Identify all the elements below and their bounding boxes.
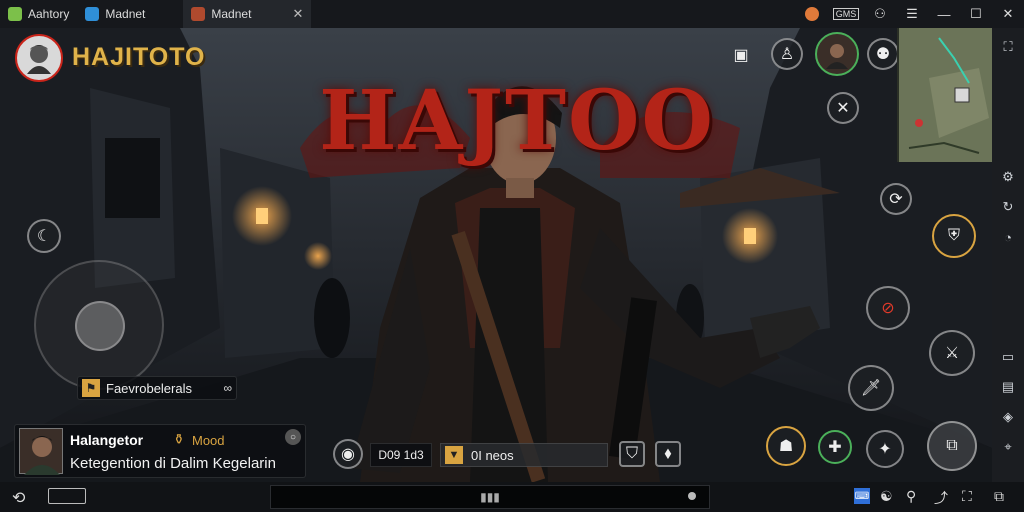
squad-icon[interactable]: ⚉: [867, 38, 899, 70]
skill-two-button[interactable]: ✚: [818, 430, 852, 464]
timer-icon[interactable]: ◔: [997, 226, 1019, 248]
teammate-avatar[interactable]: [815, 32, 859, 76]
close-tab-icon[interactable]: ✕: [292, 6, 303, 22]
keyboard-bar[interactable]: ▮▮▮: [270, 485, 710, 509]
dot-icon: [688, 492, 696, 500]
item-binoculars-icon: ∞: [223, 381, 232, 395]
location-nav-icon[interactable]: ⚲: [906, 488, 916, 505]
minimize-icon[interactable]: —: [928, 0, 960, 28]
status-badge-label: GMS: [832, 8, 860, 20]
reload-button[interactable]: ⟳: [880, 183, 912, 215]
rotate-icon[interactable]: ↻: [997, 196, 1019, 218]
counter-value: D09 1d3: [378, 448, 424, 462]
fullscreen-icon[interactable]: ⛶: [997, 36, 1019, 58]
no-weapon-button[interactable]: ⊘: [866, 286, 910, 330]
tab-aahtory[interactable]: Aahtory: [0, 0, 77, 28]
app-icon: [85, 7, 100, 21]
location-icon[interactable]: ⌖: [997, 436, 1019, 458]
shield-slot-icon[interactable]: ⛉: [619, 441, 645, 467]
settings-icon[interactable]: ⚙: [997, 166, 1019, 188]
media-icon[interactable]: ▤: [997, 376, 1019, 398]
keymap-icon[interactable]: ⌨: [854, 488, 870, 504]
joystick-knob[interactable]: [75, 301, 125, 351]
multi-window-icon[interactable]: ⧉: [994, 488, 1004, 505]
weapon-swap-icon[interactable]: ✕: [827, 92, 859, 124]
counter-box: D09 1d3: [370, 443, 432, 467]
back-icon[interactable]: ⟲: [12, 488, 25, 508]
tab-madnet[interactable]: Madnet: [77, 0, 153, 28]
maximize-icon[interactable]: ☐: [960, 0, 992, 28]
player-name: HAJITOTO: [72, 43, 206, 71]
news-label: 0I neos: [471, 447, 514, 463]
gamepad-icon: ▮▮▮: [480, 490, 500, 504]
expand-icon[interactable]: ⛶: [962, 488, 972, 505]
profile-portrait-icon: [24, 436, 60, 475]
mood-icon: ⚱: [173, 431, 185, 447]
game-title-art: HAJTOO: [319, 73, 715, 169]
game-icon: [191, 7, 206, 21]
status-badge[interactable]: GMS: [828, 0, 864, 28]
window-controls: GMS ⚇ ☰ — ☐ ✕: [796, 0, 1024, 28]
profile-message: Ketegention di Dalim Kegelarin: [70, 455, 276, 472]
player-portrait-icon: [27, 45, 51, 74]
knife-button[interactable]: 🗡: [848, 365, 894, 411]
home-icon[interactable]: [48, 488, 86, 504]
navigation-bar: ⟲ ▮▮▮ ⌨ ☯ ⚲ ⤴ ⛶ ⧉: [0, 482, 1024, 512]
news-icon: ▼: [445, 446, 463, 464]
notification-icon[interactable]: [796, 0, 828, 28]
player-avatar[interactable]: [15, 34, 63, 82]
character-icon[interactable]: ♙: [771, 38, 803, 70]
crouch-button[interactable]: ☾: [27, 219, 61, 253]
tab-label: Madnet: [211, 7, 252, 21]
movement-joystick[interactable]: [34, 260, 164, 390]
close-icon[interactable]: ✕: [992, 0, 1024, 28]
profile-card[interactable]: Halangetor ⚱ Mood ○ Ketegention di Dalim…: [14, 424, 306, 478]
chat-icon[interactable]: ○: [285, 429, 301, 445]
title-bar: Aahtory Madnet Madnet ✕ GMS ⚇ ☰ — ☐ ✕: [0, 0, 1024, 28]
skill-three-button[interactable]: ✦: [866, 430, 904, 468]
tab-label: Madnet: [105, 7, 146, 21]
item-label: Faevrobelerals: [106, 380, 192, 396]
inventory-cube-icon[interactable]: ▣: [726, 40, 756, 70]
volume-icon[interactable]: ◈: [997, 406, 1019, 428]
gamepad-mode-icon[interactable]: ☯: [880, 488, 893, 505]
teammate-portrait-icon: [826, 44, 848, 69]
profile-name: Halangetor: [70, 432, 144, 448]
share-icon[interactable]: ⤴: [934, 488, 948, 508]
mood-label: Mood: [192, 433, 225, 448]
fire-button[interactable]: ⧉: [927, 421, 977, 471]
map-marker-icon[interactable]: ⬧: [655, 441, 681, 467]
skill-one-button[interactable]: ☗: [766, 426, 806, 466]
tab-madnet-active[interactable]: Madnet ✕: [183, 0, 312, 28]
emote-button[interactable]: ◉: [333, 439, 363, 469]
tab-label: Aahtory: [28, 7, 70, 21]
game-viewport[interactable]: HAJTOO HAJITOTO ▣ ♙ ⚉ ✕ ☾ ⚑ Faevrobelera…: [0, 28, 992, 482]
item-icon: ⚑: [82, 379, 100, 397]
item-label-pill[interactable]: ⚑ Faevrobelerals ∞: [77, 376, 237, 400]
screen-icon[interactable]: ▭: [997, 346, 1019, 368]
account-icon[interactable]: ⚇: [864, 0, 896, 28]
minimap[interactable]: [897, 28, 992, 162]
armor-button[interactable]: ⛨: [932, 214, 976, 258]
melee-button[interactable]: ⚔: [929, 330, 975, 376]
emulator-sidebar: ⛶ ⚙ ↻ ◔ ▭ ▤ ◈ ⌖: [992, 28, 1024, 482]
minimap-terrain: [899, 28, 992, 162]
emulator-window: Aahtory Madnet Madnet ✕ GMS ⚇ ☰ — ☐ ✕ HA…: [0, 0, 1024, 512]
menu-icon[interactable]: ☰: [896, 0, 928, 28]
profile-portrait: [19, 428, 63, 475]
app-icon: [8, 7, 22, 21]
news-bar[interactable]: ▼ 0I neos: [440, 443, 608, 467]
